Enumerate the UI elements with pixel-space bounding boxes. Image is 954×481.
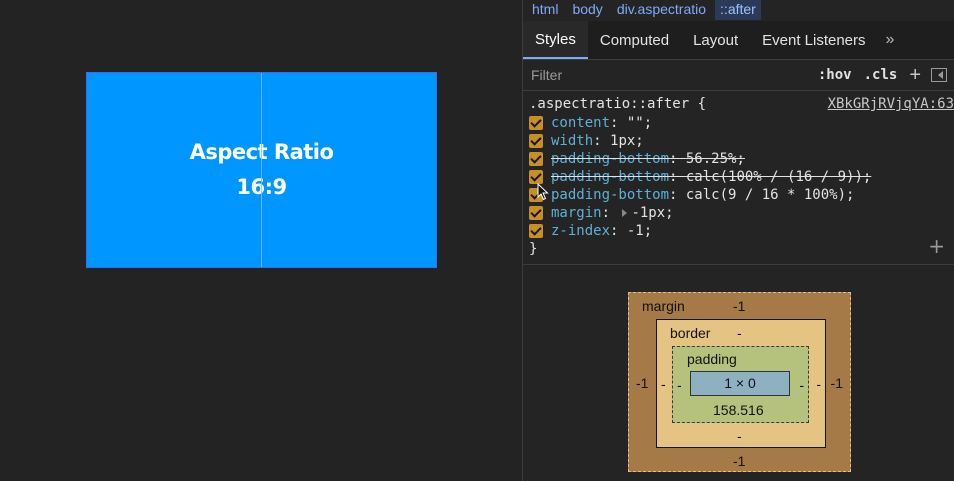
property-colon: : — [601, 205, 619, 221]
rule-selector[interactable]: .aspectratio::after { — [529, 95, 706, 114]
declarations-list: content: ""; width: 1px; padding-bottom: 5… — [529, 114, 954, 240]
property-value[interactable]: calc(100% / (16 / 9)); — [686, 169, 871, 185]
property-name[interactable]: content — [551, 115, 610, 131]
declaration-row[interactable]: margin: -1px; — [529, 204, 954, 222]
box-model-margin[interactable]: margin -1 -1 -1 -1 border - - - - paddin… — [628, 292, 851, 472]
declaration-row[interactable]: content: ""; — [529, 114, 954, 132]
declaration-text: width: 1px; — [551, 132, 644, 150]
padding-label: padding — [687, 351, 737, 367]
more-tabs-icon[interactable]: » — [878, 21, 903, 59]
expand-triangle-icon[interactable] — [622, 209, 628, 217]
tab-layout[interactable]: Layout — [681, 21, 750, 59]
declaration-text: content: ""; — [551, 114, 652, 132]
box-model-diagram: margin -1 -1 -1 -1 border - - - - paddin… — [628, 292, 851, 472]
add-declaration-button[interactable]: + — [928, 234, 945, 258]
padding-right-value[interactable]: - — [799, 377, 804, 393]
property-colon: : — [610, 223, 627, 239]
property-name[interactable]: padding-bottom — [551, 169, 669, 185]
toggle-sidebar-icon[interactable] — [931, 68, 947, 82]
declaration-text: z-index: -1; — [551, 222, 652, 240]
breadcrumb-body[interactable]: body — [567, 0, 607, 20]
padding-left-value[interactable]: - — [677, 377, 682, 393]
declaration-checkbox[interactable] — [529, 134, 543, 148]
property-colon: : — [669, 151, 686, 167]
declaration-text: margin: -1px; — [551, 204, 674, 222]
declaration-checkbox[interactable] — [529, 116, 543, 130]
declaration-row[interactable]: padding-bottom: calc(100% / (16 / 9)); — [529, 168, 954, 186]
property-name[interactable]: margin — [551, 205, 602, 221]
tab-event-listeners[interactable]: Event Listeners — [750, 21, 877, 59]
declaration-checkbox[interactable] — [529, 152, 543, 166]
mouse-cursor-icon — [537, 183, 549, 201]
property-name[interactable]: padding-bottom — [551, 187, 669, 203]
property-colon: : — [669, 187, 686, 203]
tab-styles[interactable]: Styles — [523, 21, 588, 59]
cls-button[interactable]: .cls — [864, 67, 898, 83]
margin-bottom-value[interactable]: -1 — [733, 453, 745, 469]
devtools-panel: html body div.aspectratio ::after Styles… — [522, 0, 954, 481]
filter-input[interactable]: Filter — [531, 67, 806, 83]
border-bottom-value[interactable]: - — [737, 428, 742, 444]
property-value[interactable]: ""; — [627, 115, 652, 131]
margin-label: margin — [642, 298, 685, 314]
new-style-rule-button[interactable]: + — [909, 65, 921, 85]
tab-computed[interactable]: Computed — [588, 21, 681, 59]
property-name[interactable]: width — [551, 133, 593, 149]
declaration-checkbox[interactable] — [529, 170, 543, 184]
declaration-checkbox[interactable] — [529, 224, 543, 238]
box-model-padding[interactable]: padding - - 158.516 1 × 0 — [672, 346, 809, 423]
property-colon: : — [610, 115, 627, 131]
declaration-row[interactable]: z-index: -1; — [529, 222, 954, 240]
property-colon: : — [669, 169, 686, 185]
breadcrumb-after[interactable]: ::after — [715, 0, 761, 20]
property-value[interactable]: 1px; — [610, 133, 644, 149]
breadcrumb-div[interactable]: div.aspectratio — [612, 0, 711, 20]
property-colon: : — [593, 133, 611, 149]
declaration-row[interactable]: padding-bottom: 56.25%; — [529, 150, 954, 168]
border-right-value[interactable]: - — [816, 376, 821, 392]
property-value[interactable]: -1; — [627, 223, 652, 239]
hov-button[interactable]: :hov — [818, 67, 852, 83]
styles-toolbar: Filter :hov .cls + — [523, 60, 954, 91]
after-pseudo-element-line — [261, 73, 262, 267]
style-rule: .aspectratio::after { XBkGRjRVjqYA:63 co… — [523, 91, 954, 265]
border-label: border — [670, 325, 711, 341]
box-model-content[interactable]: 1 × 0 — [690, 371, 790, 396]
property-value[interactable]: -1px; — [631, 205, 673, 221]
margin-left-value[interactable]: -1 — [636, 375, 648, 391]
rule-close-brace: } — [529, 241, 538, 257]
border-left-value[interactable]: - — [661, 376, 666, 392]
property-value[interactable]: 56.25%; — [686, 151, 745, 167]
property-value[interactable]: calc(9 / 16 * 100%); — [686, 187, 855, 203]
declaration-row[interactable]: width: 1px; — [529, 132, 954, 150]
padding-bottom-value[interactable]: 158.516 — [713, 402, 764, 418]
page-viewport: Aspect Ratio 16:9 — [0, 0, 522, 481]
rule-source-link[interactable]: XBkGRjRVjqYA:63 — [828, 95, 954, 114]
declaration-text: padding-bottom: 56.25%; — [551, 150, 745, 168]
declaration-row[interactable]: padding-bottom: calc(9 / 16 * 100%); — [529, 186, 954, 204]
margin-right-value[interactable]: -1 — [831, 375, 843, 391]
border-top-value[interactable]: - — [737, 325, 742, 341]
property-name[interactable]: z-index — [551, 223, 610, 239]
sidebar-tabs: Styles Computed Layout Event Listeners » — [523, 21, 954, 60]
property-name[interactable]: padding-bottom — [551, 151, 669, 167]
breadcrumb-html[interactable]: html — [527, 0, 563, 20]
box-model-border[interactable]: border - - - - padding - - 158.516 1 × 0 — [656, 319, 826, 448]
breadcrumb: html body div.aspectratio ::after — [523, 0, 954, 20]
declaration-checkbox[interactable] — [529, 206, 543, 220]
declaration-text: padding-bottom: calc(100% / (16 / 9)); — [551, 168, 871, 186]
declaration-text: padding-bottom: calc(9 / 16 * 100%); — [551, 186, 854, 204]
margin-top-value[interactable]: -1 — [733, 298, 745, 314]
aspect-ratio-box[interactable]: Aspect Ratio 16:9 — [86, 72, 437, 268]
